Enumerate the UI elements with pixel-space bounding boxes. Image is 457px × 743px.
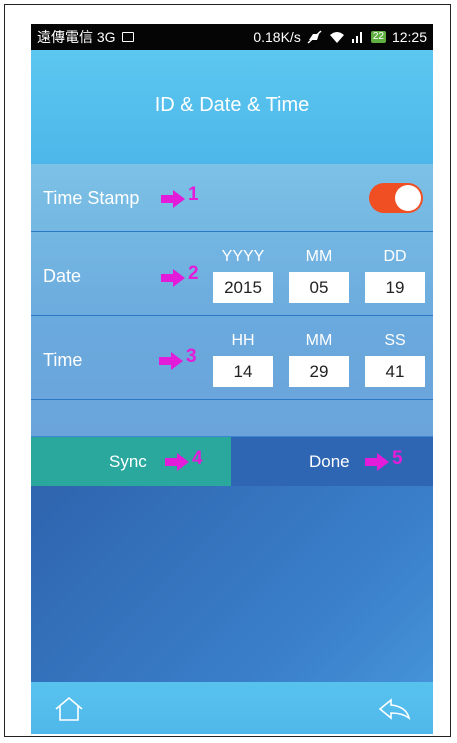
mute-icon: [307, 30, 322, 44]
month-input[interactable]: 05: [289, 272, 349, 303]
settings-panel: Time Stamp 1 Date 2 YYYY 2015 MM 05 DD 1…: [31, 164, 433, 436]
carrier-label: 遠傳電信 3G: [37, 29, 116, 45]
minute-input[interactable]: 29: [289, 356, 349, 387]
hour-field: HH 14: [213, 332, 273, 387]
bottom-nav: [31, 682, 433, 734]
done-button-label: Done: [309, 452, 350, 471]
battery-icon: 22: [370, 31, 386, 43]
year-field: YYYY 2015: [213, 248, 273, 303]
timestamp-label: Time Stamp: [43, 188, 140, 208]
pointer-arrow-icon: [165, 453, 189, 471]
time-row: Time 3 HH 14 MM 29 SS 41: [31, 316, 433, 400]
timestamp-row: Time Stamp 1: [31, 164, 433, 232]
day-input[interactable]: 19: [365, 272, 425, 303]
pointer-arrow-icon: [161, 190, 185, 208]
marker-number: 5: [392, 448, 403, 469]
pointer-arrow-icon: [161, 269, 185, 287]
sync-button-label: Sync: [109, 452, 147, 471]
marker-number: 1: [188, 184, 199, 205]
hour-input[interactable]: 14: [213, 356, 273, 387]
second-caption: SS: [384, 332, 406, 349]
toggle-knob: [395, 185, 421, 211]
month-caption: MM: [305, 248, 333, 265]
date-row: Date 2 YYYY 2015 MM 05 DD 19: [31, 232, 433, 316]
phone-screen: 遠傳電信 3G 0.18K/s 22 12:25 ID & Date & Tim…: [31, 24, 433, 734]
second-field: SS 41: [365, 332, 425, 387]
marker-number: 3: [186, 346, 197, 367]
signal-icon: [351, 32, 362, 43]
back-icon[interactable]: [377, 698, 411, 720]
marker-number: 4: [192, 448, 203, 469]
hour-caption: HH: [231, 332, 255, 349]
page-title: ID & Date & Time: [154, 94, 310, 116]
sync-button[interactable]: Sync 4: [31, 437, 231, 486]
network-speed: 0.18K/s: [253, 29, 301, 45]
wifi-icon: [329, 32, 344, 43]
home-icon[interactable]: [53, 696, 85, 722]
month-field: MM 05: [289, 248, 349, 303]
image-icon: [121, 32, 134, 42]
year-caption: YYYY: [221, 248, 265, 265]
pointer-arrow-icon: [159, 352, 183, 370]
status-bar: 遠傳電信 3G 0.18K/s 22 12:25: [31, 24, 433, 50]
clock: 12:25: [391, 29, 427, 45]
done-button[interactable]: Done 5: [231, 437, 433, 486]
time-label: Time: [43, 350, 83, 370]
minute-caption: MM: [305, 332, 333, 349]
app-header: ID & Date & Time: [31, 50, 433, 164]
year-input[interactable]: 2015: [213, 272, 273, 303]
minute-field: MM 29: [289, 332, 349, 387]
marker-number: 2: [188, 263, 199, 284]
date-label: Date: [43, 266, 82, 286]
content-area: [31, 486, 433, 682]
day-caption: DD: [383, 248, 407, 265]
pointer-arrow-icon: [365, 453, 389, 471]
timestamp-toggle[interactable]: [369, 183, 423, 213]
day-field: DD 19: [365, 248, 425, 303]
second-input[interactable]: 41: [365, 356, 425, 387]
